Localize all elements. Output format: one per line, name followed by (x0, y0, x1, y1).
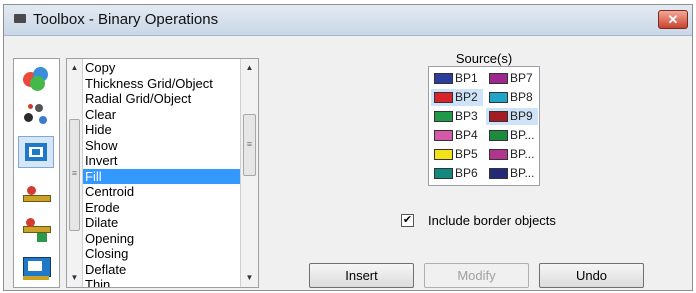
source-label: BP4 (455, 128, 478, 142)
list-item[interactable]: Hide (83, 122, 240, 138)
source-item[interactable]: BP8 (486, 89, 538, 106)
source-item[interactable]: BP5 (431, 146, 483, 163)
source-label: BP... (510, 166, 535, 180)
source-label: BP... (510, 128, 535, 142)
scroll-down-arrow-icon[interactable]: ▼ (241, 271, 258, 285)
list-item[interactable]: Fill (83, 168, 240, 184)
source-label: BP1 (455, 71, 478, 85)
source-label: BP3 (455, 109, 478, 123)
source-item[interactable]: BP2 (431, 89, 483, 106)
list-item[interactable]: Thickness Grid/Object (83, 76, 240, 92)
tool-category-strip (13, 58, 60, 288)
color-swatch (434, 111, 453, 122)
list-item[interactable]: Thin (83, 277, 240, 287)
scroll-thumb[interactable]: ≡ (243, 114, 256, 176)
list-item[interactable]: Opening (83, 231, 240, 247)
list-item[interactable]: Invert (83, 153, 240, 169)
sources-label: Source(s) (455, 51, 513, 66)
sources-grid: BP1 BP7 BP2 BP8 BP3 BP9 BP4 BP... BP5 BP... BP6 BP.… (428, 66, 540, 186)
source-item[interactable]: BP... (486, 146, 538, 163)
source-item[interactable]: BP4 (431, 127, 483, 144)
layer-red-icon[interactable] (19, 177, 53, 207)
grip-icon: ≡ (71, 168, 78, 178)
insert-button[interactable]: Insert (309, 263, 414, 288)
list-item[interactable]: Deflate (83, 262, 240, 278)
color-swatch (434, 92, 453, 103)
list-item[interactable]: Erode (83, 200, 240, 216)
scroll-up-arrow-icon[interactable]: ▲ (241, 61, 258, 75)
list-item[interactable]: Clear (83, 107, 240, 123)
list-item[interactable]: Centroid (83, 184, 240, 200)
include-border-label: Include border objects (428, 213, 556, 228)
source-item[interactable]: BP... (486, 165, 538, 182)
list-item[interactable]: Copy (83, 60, 240, 76)
operations-listbox[interactable]: ▲ ≡ ▼ Copy Thickness Grid/Object Radial Gr… (66, 58, 259, 288)
grip-icon: ≡ (246, 139, 253, 149)
close-button[interactable]: ✕ (658, 10, 688, 29)
source-item[interactable]: BP7 (486, 70, 538, 87)
source-item[interactable]: BP6 (431, 165, 483, 182)
toolbox-window: Toolbox - Binary Operations ✕ ▲ ≡ ▼ Copy… (3, 4, 693, 291)
source-label: BP5 (455, 147, 478, 161)
title-bar[interactable]: Toolbox - Binary Operations ✕ (4, 5, 692, 36)
color-blobs-icon[interactable] (19, 64, 53, 94)
undo-button[interactable]: Undo (539, 263, 644, 288)
source-item[interactable]: BP9 (486, 108, 538, 125)
color-swatch (489, 130, 508, 141)
list-item[interactable]: Closing (83, 246, 240, 262)
color-swatch (489, 92, 508, 103)
source-label: BP9 (510, 109, 533, 123)
color-swatch (434, 149, 453, 160)
source-item[interactable]: BP3 (431, 108, 483, 125)
layer-add-icon[interactable] (19, 214, 53, 244)
list-item[interactable]: Show (83, 138, 240, 154)
color-swatch (489, 111, 508, 122)
list-item[interactable]: Radial Grid/Object (83, 91, 240, 107)
list-item[interactable]: Dilate (83, 215, 240, 231)
include-border-checkbox[interactable]: ✔ (401, 214, 414, 227)
molecule-icon[interactable] (19, 99, 53, 129)
source-label: BP... (510, 147, 535, 161)
source-label: BP8 (510, 90, 533, 104)
operations-list: Copy Thickness Grid/Object Radial Grid/Obj… (83, 60, 240, 287)
source-label: BP2 (455, 90, 478, 104)
color-swatch (434, 168, 453, 179)
window-title: Toolbox - Binary Operations (33, 11, 219, 28)
source-label: BP6 (455, 166, 478, 180)
scroll-up-arrow-icon[interactable]: ▲ (67, 61, 82, 75)
selection-square-icon[interactable] (18, 136, 54, 168)
scroll-down-arrow-icon[interactable]: ▼ (67, 271, 82, 285)
vertical-scrollbar[interactable]: ▲ ≡ ▼ (240, 59, 258, 287)
color-swatch (434, 73, 453, 84)
scroll-thumb[interactable]: ≡ (69, 119, 80, 231)
color-swatch (434, 130, 453, 141)
source-label: BP7 (510, 71, 533, 85)
color-swatch (489, 149, 508, 160)
color-swatch (489, 168, 508, 179)
horizontal-scroll-strip[interactable]: ▲ ≡ ▼ (67, 59, 83, 287)
window-menu-icon[interactable] (14, 14, 26, 23)
source-item[interactable]: BP1 (431, 70, 483, 87)
modify-button[interactable]: Modify (424, 263, 529, 288)
layer-blue-icon[interactable] (19, 253, 53, 283)
color-swatch (489, 73, 508, 84)
source-item[interactable]: BP... (486, 127, 538, 144)
